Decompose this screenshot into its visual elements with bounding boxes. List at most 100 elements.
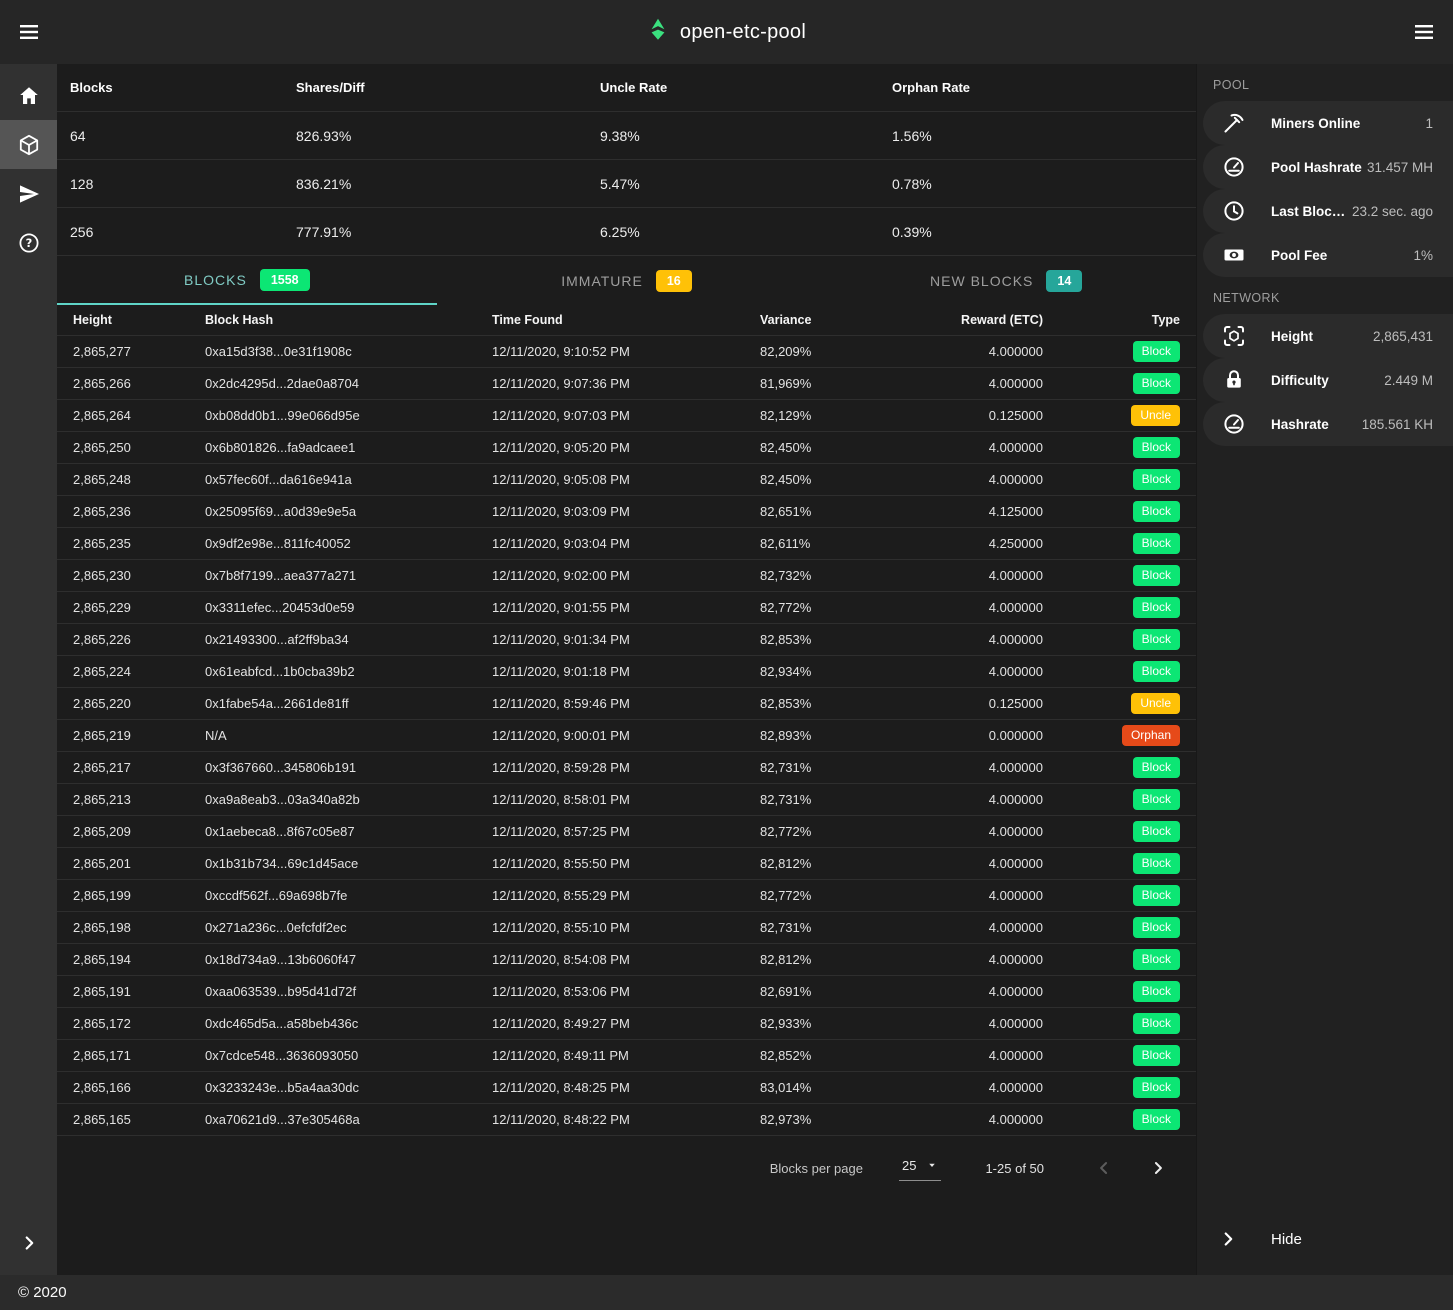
cell-reward: 0.125000 — [940, 408, 1043, 423]
col-header-hash: Block Hash — [205, 313, 492, 327]
tab-new-blocks[interactable]: NEW BLOCKS 14 — [816, 256, 1196, 305]
pool-hashrate-item: Pool Hashrate 31.457 MH — [1203, 145, 1453, 189]
stats-header-uncle-rate: Uncle Rate — [600, 80, 892, 95]
cell-block-hash: 0xb08dd0b1...99e066d95e — [205, 408, 492, 423]
last-block-found-label: Last Block Found — [1271, 204, 1348, 219]
leftbar-expand-chevron-icon[interactable] — [18, 1232, 40, 1254]
cell-height: 2,865,220 — [73, 696, 205, 711]
col-header-type: Type — [1043, 313, 1196, 327]
cell-height: 2,865,198 — [73, 920, 205, 935]
cell-time-found: 12/11/2020, 9:00:01 PM — [492, 728, 760, 743]
menu-hamburger-icon[interactable] — [17, 20, 41, 44]
stats-header-row: Blocks Shares/Diff Uncle Rate Orphan Rat… — [57, 64, 1196, 112]
cell-time-found: 12/11/2020, 8:55:10 PM — [492, 920, 760, 935]
next-page-chevron-icon[interactable] — [1144, 1154, 1172, 1182]
cell-variance: 82,691% — [760, 984, 940, 999]
table-row: 2,865,264 0xb08dd0b1...99e066d95e 12/11/… — [57, 400, 1196, 432]
copyright-text: © 2020 — [18, 1284, 67, 1301]
page-size-select[interactable]: 25 — [899, 1156, 941, 1181]
type-badge: Block — [1133, 597, 1180, 618]
type-badge: Block — [1133, 917, 1180, 938]
cell-block-hash: 0x2dc4295d...2dae0a8704 — [205, 376, 492, 391]
table-row: 2,865,199 0xccdf562f...69a698b7fe 12/11/… — [57, 880, 1196, 912]
cell-block-hash: 0x271a236c...0efcfdf2ec — [205, 920, 492, 935]
cell-reward: 4.000000 — [940, 472, 1043, 487]
table-row: 2,865,198 0x271a236c...0efcfdf2ec 12/11/… — [57, 912, 1196, 944]
type-badge: Block — [1133, 1013, 1180, 1034]
stats-shares-value: 836.21% — [296, 176, 600, 192]
tab-immature[interactable]: IMMATURE 16 — [437, 256, 817, 305]
cell-variance: 82,812% — [760, 856, 940, 871]
cell-type: Block — [1043, 789, 1196, 810]
cell-type: Block — [1043, 533, 1196, 554]
type-badge: Block — [1133, 949, 1180, 970]
cell-height: 2,865,230 — [73, 568, 205, 583]
cell-reward: 4.000000 — [940, 1080, 1043, 1095]
sidebar-item-help[interactable]: ? — [0, 218, 57, 267]
hide-sidebar-button[interactable]: Hide — [1197, 1215, 1453, 1263]
cell-reward: 4.000000 — [940, 344, 1043, 359]
tab-blocks[interactable]: BLOCKS 1558 — [57, 256, 437, 305]
gauge-icon — [1222, 155, 1246, 179]
cell-type: Block — [1043, 373, 1196, 394]
settings-hamburger-icon[interactable] — [1412, 20, 1436, 44]
stats-shares-value: 826.93% — [296, 128, 600, 144]
type-badge: Block — [1133, 757, 1180, 778]
cell-block-hash: 0x3233243e...b5a4aa30dc — [205, 1080, 492, 1095]
cell-height: 2,865,201 — [73, 856, 205, 871]
lock-icon — [1222, 368, 1246, 392]
cell-time-found: 12/11/2020, 8:53:06 PM — [492, 984, 760, 999]
cell-height: 2,865,266 — [73, 376, 205, 391]
cell-reward: 4.000000 — [940, 1112, 1043, 1127]
page-range-label: 1-25 of 50 — [985, 1161, 1044, 1176]
type-badge: Orphan — [1122, 725, 1180, 746]
type-badge: Block — [1133, 821, 1180, 842]
tab-blocks-count-badge: 1558 — [260, 269, 310, 291]
cell-block-hash: 0xa15d3f38...0e31f1908c — [205, 344, 492, 359]
cell-time-found: 12/11/2020, 8:55:50 PM — [492, 856, 760, 871]
cell-type: Block — [1043, 597, 1196, 618]
cell-time-found: 12/11/2020, 8:58:01 PM — [492, 792, 760, 807]
network-height-value: 2,865,431 — [1373, 329, 1433, 344]
cell-time-found: 12/11/2020, 9:01:18 PM — [492, 664, 760, 679]
stats-sidebar: POOL Miners Online 1 Pool Hashrate — [1196, 64, 1453, 1275]
stats-row: 128 836.21% 5.47% 0.78% — [57, 160, 1196, 208]
cell-variance: 82,772% — [760, 888, 940, 903]
cell-variance: 82,732% — [760, 568, 940, 583]
pool-miners-online-item: Miners Online 1 — [1203, 101, 1453, 145]
table-row: 2,865,166 0x3233243e...b5a4aa30dc 12/11/… — [57, 1072, 1196, 1104]
cell-variance: 83,014% — [760, 1080, 940, 1095]
cell-height: 2,865,229 — [73, 600, 205, 615]
cell-time-found: 12/11/2020, 9:07:36 PM — [492, 376, 760, 391]
stats-header-blocks: Blocks — [70, 80, 296, 95]
type-badge: Block — [1133, 981, 1180, 1002]
cell-height: 2,865,209 — [73, 824, 205, 839]
col-header-reward: Reward (ETC) — [940, 313, 1043, 327]
cell-block-hash: 0xdc465d5a...a58beb436c — [205, 1016, 492, 1031]
cell-variance: 82,731% — [760, 920, 940, 935]
sidebar-item-home[interactable] — [0, 71, 57, 120]
pool-section-label: POOL — [1197, 64, 1453, 101]
cell-type: Block — [1043, 661, 1196, 682]
sidebar-item-blocks[interactable] — [0, 120, 57, 169]
cell-height: 2,865,199 — [73, 888, 205, 903]
prev-page-chevron-icon[interactable] — [1090, 1154, 1118, 1182]
blocks-tabbar: BLOCKS 1558 IMMATURE 16 NEW BLOCKS 14 — [57, 256, 1196, 305]
pool-fee-item: Pool Fee 1% — [1203, 233, 1453, 277]
cell-time-found: 12/11/2020, 9:02:00 PM — [492, 568, 760, 583]
footer: © 2020 — [0, 1275, 1453, 1310]
table-row: 2,865,219 N/A 12/11/2020, 9:00:01 PM 82,… — [57, 720, 1196, 752]
cell-variance: 82,772% — [760, 824, 940, 839]
cell-height: 2,865,235 — [73, 536, 205, 551]
type-badge: Block — [1133, 1045, 1180, 1066]
cell-block-hash: N/A — [205, 728, 492, 743]
cell-time-found: 12/11/2020, 9:03:04 PM — [492, 536, 760, 551]
cell-time-found: 12/11/2020, 8:48:25 PM — [492, 1080, 760, 1095]
cell-type: Block — [1043, 501, 1196, 522]
cell-reward: 4.000000 — [940, 856, 1043, 871]
type-badge: Block — [1133, 661, 1180, 682]
sidebar-item-payments[interactable] — [0, 169, 57, 218]
cell-reward: 4.000000 — [940, 1048, 1043, 1063]
miners-online-value: 1 — [1425, 116, 1433, 131]
app-logo: open-etc-pool — [647, 17, 806, 47]
